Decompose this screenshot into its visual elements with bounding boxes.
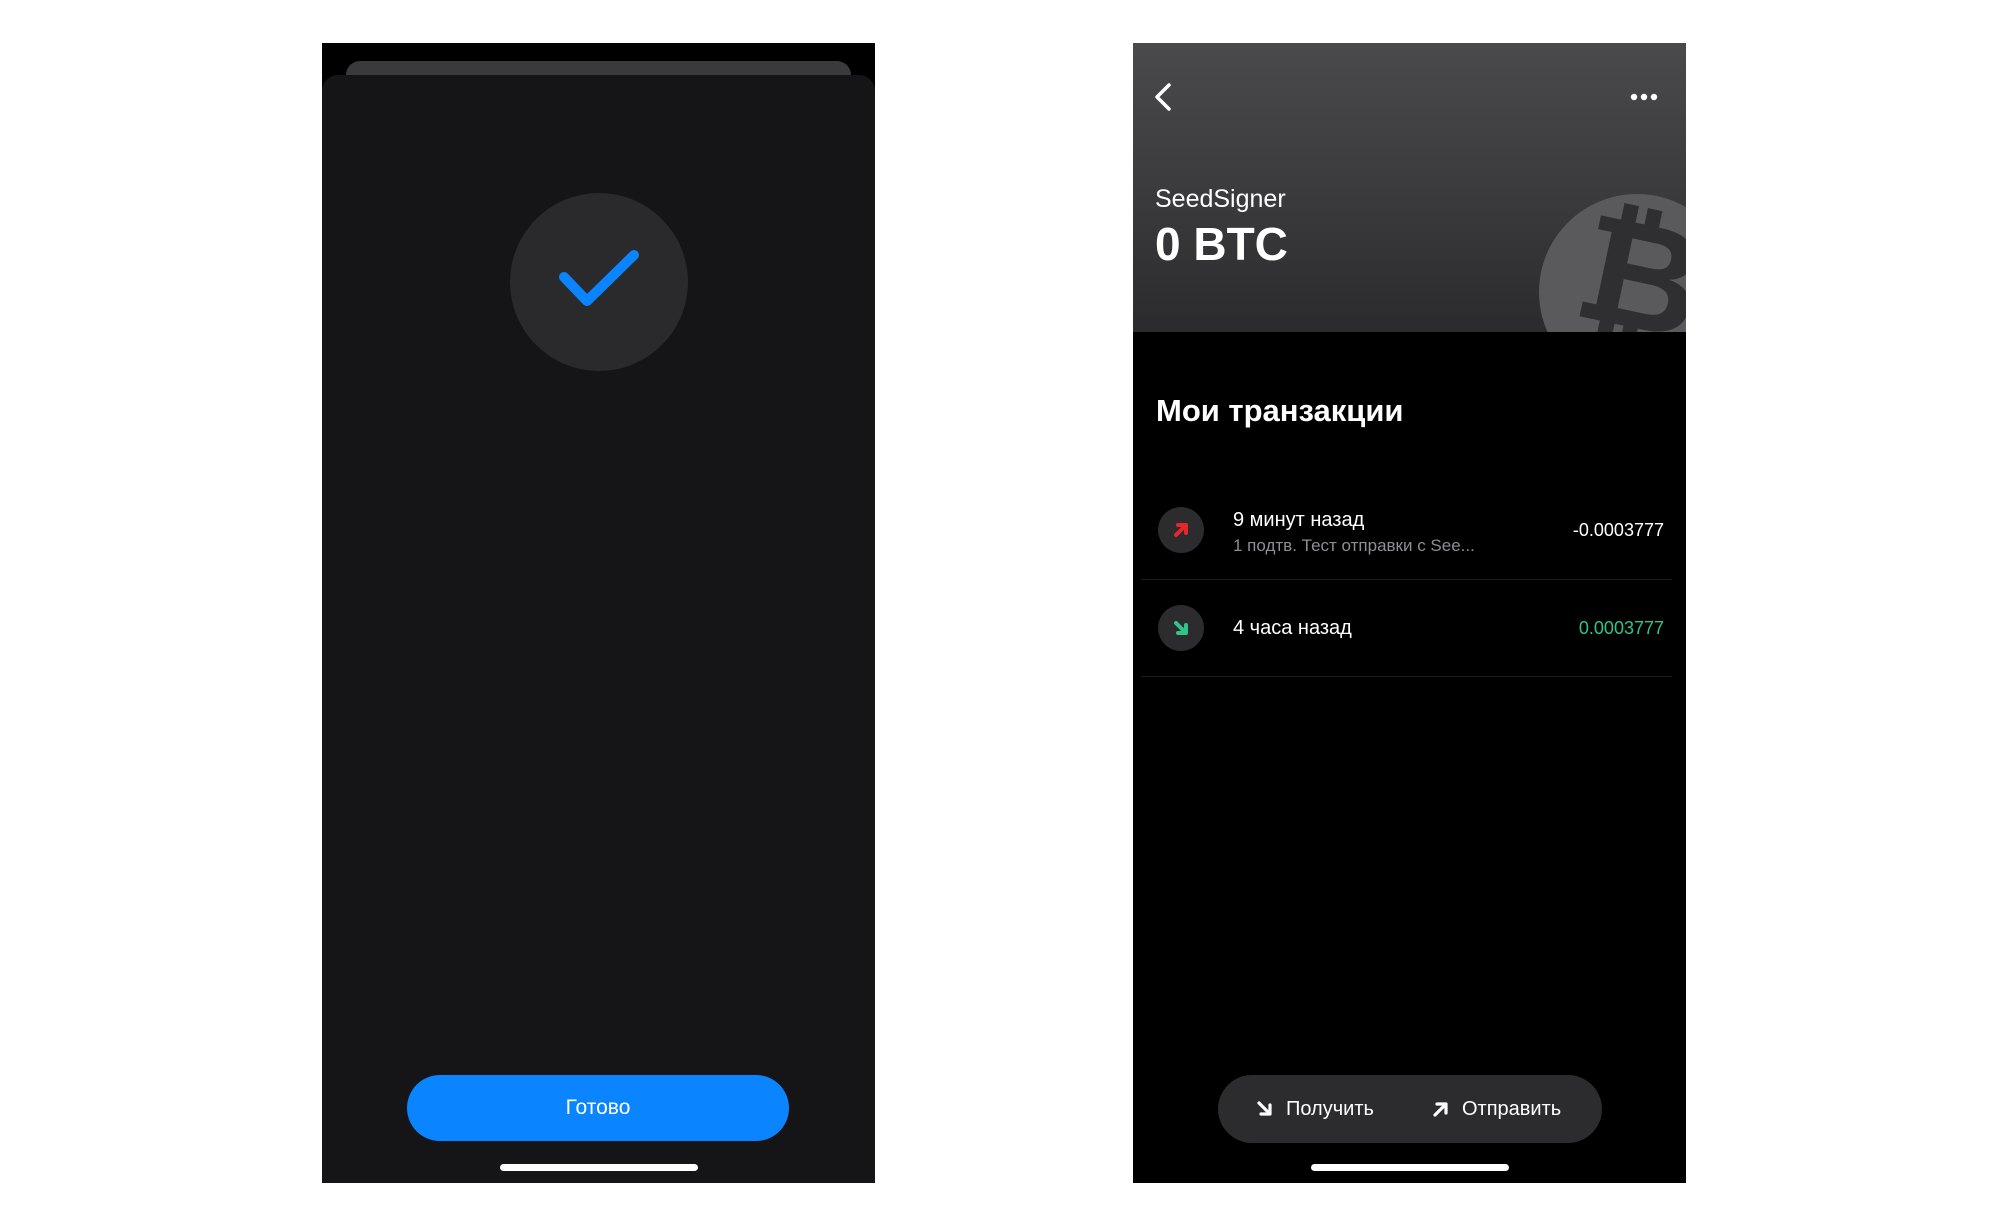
transaction-amount: 0.0003777 — [1578, 618, 1664, 638]
wallet-balance: 0 BTC — [1155, 218, 1288, 270]
receive-label: Получить — [1286, 1097, 1374, 1120]
wallet-screen: SeedSigner 0 BTC ₿ Мои транзакции 9 мину… — [1133, 43, 1686, 1183]
more-dots-icon — [1630, 93, 1658, 101]
wallet-header: SeedSigner 0 BTC ₿ — [1133, 43, 1686, 332]
wallet-name: SeedSigner — [1155, 185, 1286, 213]
success-screen: Готово — [322, 43, 875, 1183]
home-indicator — [1310, 1164, 1509, 1171]
transaction-time: 9 минут назад — [1233, 509, 1365, 531]
more-button[interactable] — [1624, 85, 1664, 109]
back-button[interactable] — [1147, 77, 1183, 117]
arrow-down-right-icon — [1257, 1101, 1272, 1116]
success-sheet: Готово — [322, 75, 875, 1183]
bitcoin-logo-icon: ₿ — [1539, 179, 1686, 332]
chevron-left-icon — [1155, 83, 1171, 111]
home-indicator — [499, 1164, 698, 1171]
transaction-subtitle: 1 подтв. Тест отправки с See... — [1233, 536, 1475, 555]
bitcoin-symbol: ₿ — [1562, 179, 1686, 332]
transaction-amount: -0.0003777 — [1572, 520, 1664, 540]
send-button[interactable]: Отправить — [1432, 1075, 1561, 1143]
transaction-row[interactable]: 4 часа назад 0.0003777 — [1141, 580, 1672, 677]
receive-button[interactable]: Получить — [1256, 1075, 1374, 1143]
action-bar: Получить Отправить — [1218, 1075, 1602, 1143]
send-label: Отправить — [1462, 1097, 1562, 1120]
arrow-up-right-icon — [1433, 1102, 1448, 1117]
transaction-outgoing-badge — [1158, 507, 1204, 553]
transaction-incoming-badge — [1158, 605, 1204, 651]
arrow-down-right-icon — [1174, 621, 1188, 635]
transaction-time: 4 часа назад — [1233, 617, 1352, 639]
transactions-title: Мои транзакции — [1156, 393, 1404, 428]
transaction-row[interactable]: 9 минут назад 1 подтв. Тест отправки с S… — [1141, 483, 1672, 580]
done-button[interactable]: Готово — [407, 1075, 789, 1141]
success-badge — [510, 193, 688, 371]
checkmark-icon — [559, 250, 639, 306]
arrow-up-right-icon — [1174, 523, 1188, 537]
